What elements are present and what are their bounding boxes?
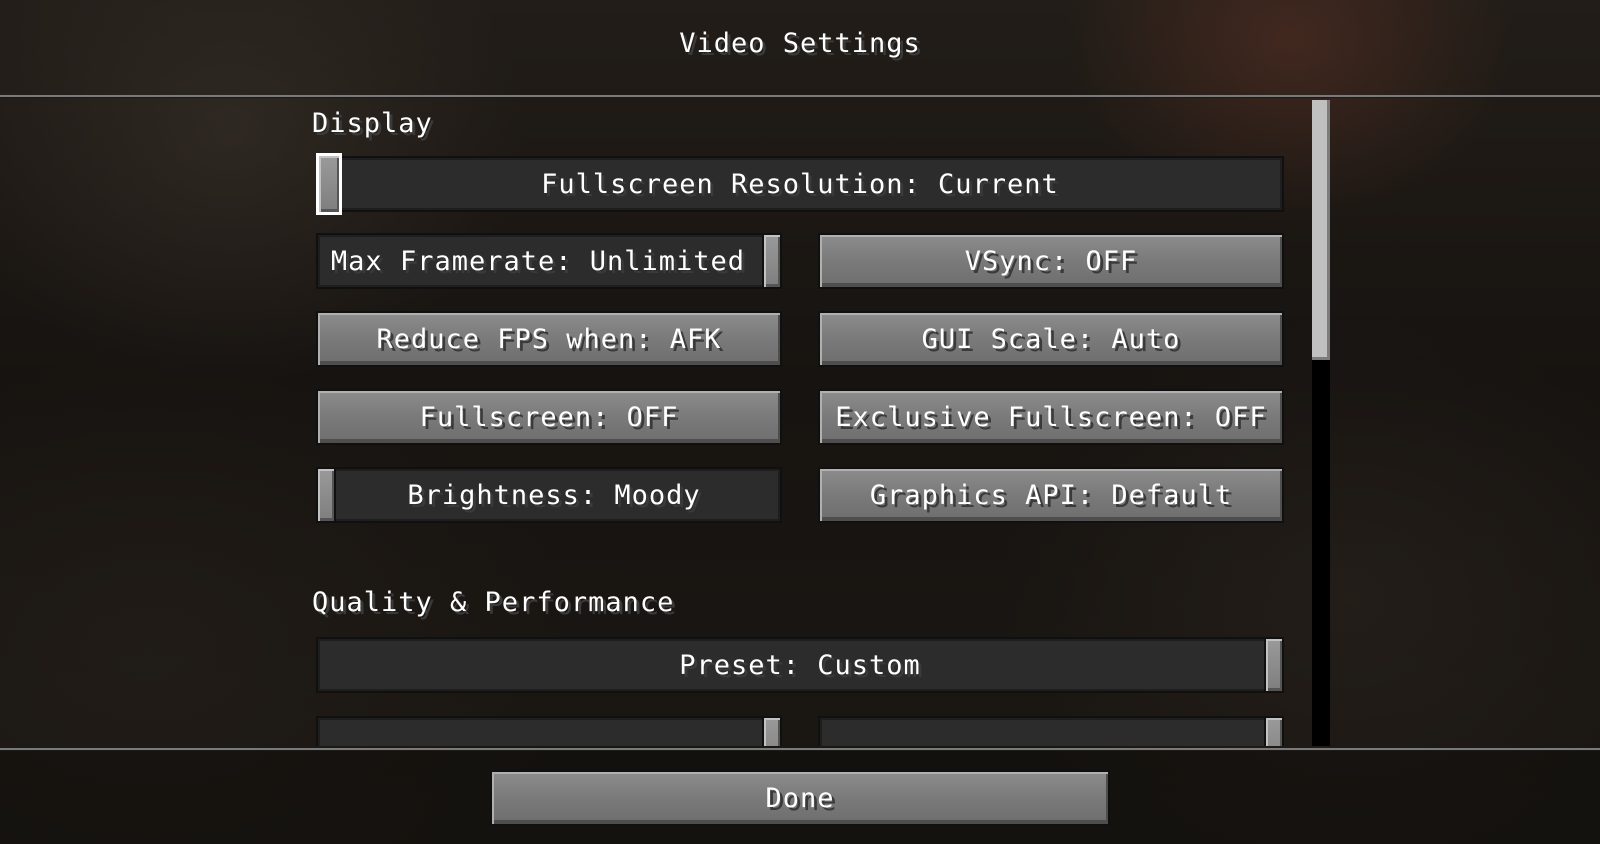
fullscreen-resolution-slider-handle[interactable]: [316, 153, 342, 215]
partial-row-right-slider-handle[interactable]: [1264, 716, 1284, 746]
vsync-button[interactable]: VSync: OFF: [818, 233, 1284, 289]
reduce-fps-label: Reduce FPS when: AFK: [376, 323, 722, 355]
max-framerate-label: Max Framerate: Unlimited: [330, 245, 746, 277]
options-list[interactable]: Display Fullscreen Resolution: Current M…: [0, 98, 1600, 746]
partial-row-left-slider[interactable]: [316, 716, 782, 746]
done-label: Done: [765, 782, 835, 814]
partial-row-right-slider[interactable]: [818, 716, 1284, 746]
max-framerate-slider[interactable]: Max Framerate: Unlimited: [316, 233, 782, 289]
reduce-fps-button[interactable]: Reduce FPS when: AFK: [316, 311, 782, 367]
brightness-slider[interactable]: Brightness: Moody: [316, 467, 782, 523]
graphics-api-button[interactable]: Graphics API: Default: [818, 467, 1284, 523]
screen-title: Video Settings: [679, 28, 921, 59]
gui-scale-button[interactable]: GUI Scale: Auto: [818, 311, 1284, 367]
section-label-display: Display: [312, 108, 433, 139]
graphics-api-label: Graphics API: Default: [869, 479, 1233, 511]
preset-slider-handle[interactable]: [1264, 637, 1284, 693]
brightness-label: Brightness: Moody: [407, 479, 701, 511]
gui-scale-label: GUI Scale: Auto: [921, 323, 1181, 355]
preset-slider[interactable]: Preset: Custom: [316, 637, 1284, 693]
preset-label: Preset: Custom: [679, 649, 921, 681]
exclusive-fullscreen-button[interactable]: Exclusive Fullscreen: OFF: [818, 389, 1284, 445]
done-button[interactable]: Done: [490, 770, 1110, 826]
scrollbar-thumb[interactable]: [1312, 100, 1330, 360]
fullscreen-resolution-label: Fullscreen Resolution: Current: [541, 168, 1059, 200]
max-framerate-slider-handle[interactable]: [762, 233, 782, 289]
footer-divider: [0, 748, 1600, 751]
partial-row-left-slider-handle[interactable]: [762, 716, 782, 746]
vsync-label: VSync: OFF: [964, 245, 1138, 277]
video-settings-screen: Video Settings Display Fullscreen Resolu…: [0, 0, 1600, 844]
fullscreen-button[interactable]: Fullscreen: OFF: [316, 389, 782, 445]
exclusive-fullscreen-label: Exclusive Fullscreen: OFF: [835, 401, 1267, 433]
brightness-slider-handle[interactable]: [316, 467, 336, 523]
fullscreen-label: Fullscreen: OFF: [419, 401, 679, 433]
fullscreen-resolution-slider[interactable]: Fullscreen Resolution: Current: [316, 153, 1284, 215]
section-label-quality: Quality & Performance: [312, 587, 675, 618]
